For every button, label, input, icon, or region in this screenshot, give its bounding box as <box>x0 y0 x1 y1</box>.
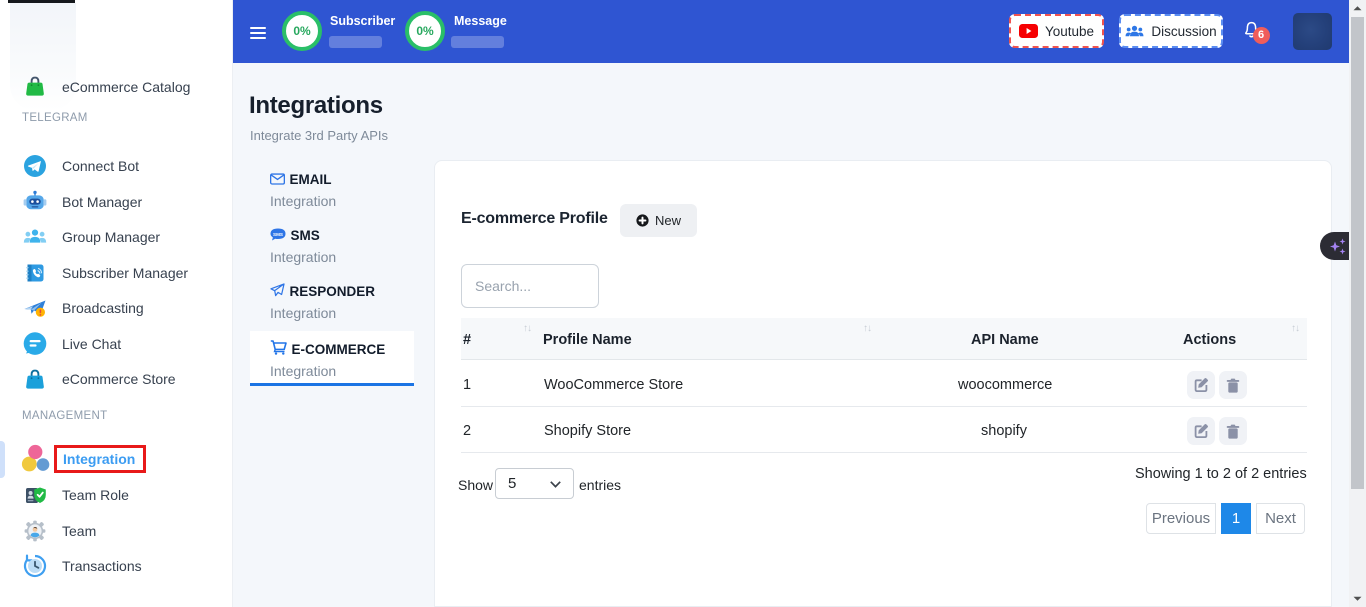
svg-text:SMS: SMS <box>273 232 283 237</box>
